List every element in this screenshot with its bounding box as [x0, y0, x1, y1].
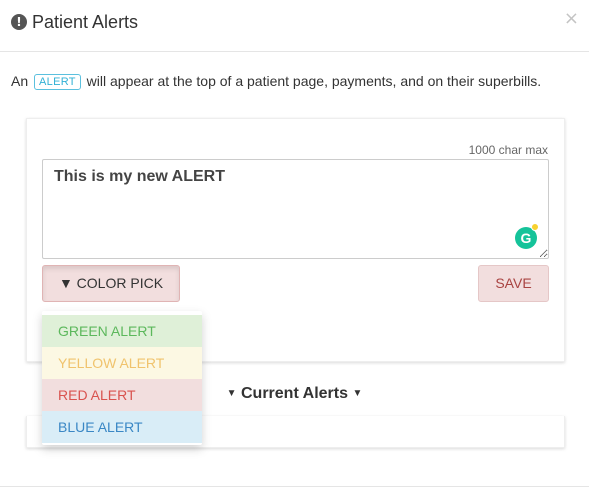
caret-down-icon: ▼	[226, 388, 237, 399]
alert-text-input[interactable]: This is my new ALERT	[42, 159, 549, 259]
close-button[interactable]: ×	[564, 10, 579, 28]
color-option-red[interactable]: RED ALERT	[42, 379, 202, 411]
modal-title: Patient Alerts	[32, 12, 139, 32]
intro-suffix: will appear at the top of a patient page…	[86, 73, 542, 89]
color-pick-button[interactable]: ▼ COLOR PICK	[42, 265, 180, 302]
color-option-green[interactable]: GREEN ALERT	[42, 315, 202, 347]
modal-footer-divider	[0, 486, 589, 487]
patient-alerts-modal: ! Patient Alerts × An ALERT will appear …	[0, 0, 589, 503]
grammarly-status-dot	[531, 223, 539, 231]
intro-prefix: An	[11, 73, 29, 89]
color-option-blue[interactable]: BLUE ALERT	[42, 411, 202, 443]
alert-tag: ALERT	[34, 74, 81, 90]
caret-down-icon: ▼	[352, 388, 363, 399]
color-pick-dropdown: GREEN ALERT YELLOW ALERT RED ALERT BLUE …	[42, 311, 202, 445]
modal-header: ! Patient Alerts ×	[0, 0, 589, 52]
intro-text: An ALERT will appear at the top of a pat…	[11, 73, 541, 91]
exclamation-circle-icon: !	[11, 14, 27, 30]
color-option-yellow[interactable]: YELLOW ALERT	[42, 347, 202, 379]
save-button[interactable]: SAVE	[478, 265, 549, 302]
char-limit-label: 1000 char max	[468, 143, 548, 157]
current-alerts-label: Current Alerts	[241, 385, 348, 402]
